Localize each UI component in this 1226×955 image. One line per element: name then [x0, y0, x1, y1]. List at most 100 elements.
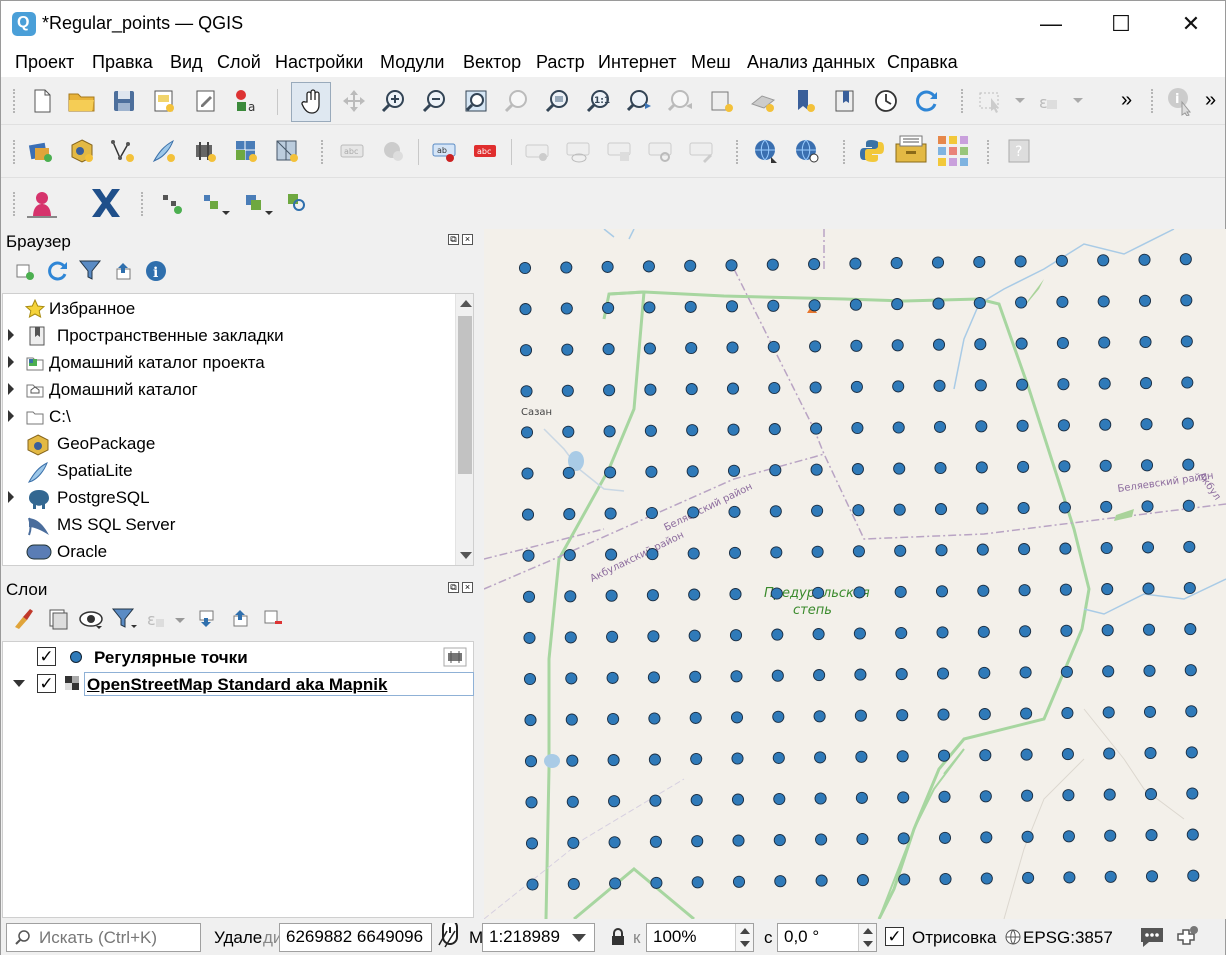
- rotate-label-icon[interactable]: [647, 138, 673, 164]
- toggle-extents-mouse-icon[interactable]: [437, 923, 463, 951]
- style-manager-icon[interactable]: a: [233, 88, 259, 114]
- expand-arrow-icon[interactable]: [8, 410, 14, 422]
- db-manager-icon[interactable]: [894, 134, 928, 166]
- layer-visibility-checkbox[interactable]: ✓: [37, 674, 56, 693]
- pan-to-selection-icon[interactable]: [341, 88, 367, 114]
- float-panel-button[interactable]: ⧉: [448, 234, 459, 245]
- float-panel-button[interactable]: ⧉: [448, 582, 459, 593]
- zoom-native-icon[interactable]: 1:1: [586, 88, 612, 114]
- scrollbar-thumb[interactable]: [458, 316, 472, 474]
- toolbar-grip[interactable]: [843, 140, 847, 164]
- new-3d-view-icon[interactable]: [750, 88, 776, 114]
- metasearch-results-icon[interactable]: [794, 138, 820, 164]
- filter-legend-icon[interactable]: [111, 606, 139, 632]
- pan-tool-button[interactable]: [291, 82, 331, 122]
- toolbar-grip[interactable]: [13, 89, 17, 113]
- menu-layer[interactable]: Слой: [217, 52, 261, 73]
- browser-item-spatial-bookmarks[interactable]: Пространственные закладки: [3, 323, 453, 350]
- add-layer-icon[interactable]: [15, 261, 35, 281]
- browser-item-project-home[interactable]: Домашний каталог проекта: [3, 350, 453, 377]
- magnifier-spinbox[interactable]: 100%: [646, 923, 754, 952]
- open-project-icon[interactable]: [67, 88, 97, 114]
- toolbar-grip[interactable]: [987, 140, 991, 164]
- collapse-all-icon[interactable]: [114, 261, 134, 281]
- render-checkbox[interactable]: ✓: [885, 927, 904, 946]
- help-contents-icon[interactable]: ?: [1006, 138, 1032, 164]
- select-features-icon[interactable]: [977, 88, 1025, 114]
- toolbar-overflow-button-2[interactable]: »: [1205, 89, 1216, 112]
- data-source-manager-icon[interactable]: [28, 138, 54, 164]
- search-layer-icon[interactable]: [285, 191, 311, 217]
- toolbar-grip[interactable]: [736, 140, 740, 164]
- toolbar-grip[interactable]: [1151, 89, 1155, 113]
- menu-settings[interactable]: Настройки: [275, 52, 363, 73]
- browser-item-oracle[interactable]: Oracle: [3, 539, 453, 565]
- temporary-layer-indicator-icon[interactable]: [443, 647, 467, 667]
- expand-arrow-icon[interactable]: [8, 383, 14, 395]
- new-map-view-icon[interactable]: [709, 88, 735, 114]
- menu-edit[interactable]: Правка: [92, 52, 153, 73]
- browser-item-favorites[interactable]: Избранное: [3, 296, 453, 323]
- rotation-spinbox[interactable]: 0,0 °: [777, 923, 877, 952]
- temporal-controller-icon[interactable]: [873, 88, 899, 114]
- new-geopackage-layer-icon[interactable]: [69, 138, 95, 164]
- menu-plugins[interactable]: Модули: [380, 52, 444, 73]
- layer-row-osm[interactable]: ✓ OpenStreetMap Standard aka Mapnik: [3, 671, 474, 697]
- menu-web[interactable]: Интернет: [598, 52, 677, 73]
- zoom-full-icon[interactable]: [463, 88, 489, 114]
- diagram-options-icon[interactable]: [380, 138, 406, 164]
- toolbar-grip[interactable]: [961, 89, 965, 113]
- layer-styling-icon[interactable]: [11, 607, 35, 631]
- spin-arrows-icon[interactable]: [735, 924, 753, 951]
- filter-icon[interactable]: [78, 258, 102, 282]
- zoom-to-layer-icon[interactable]: [545, 88, 571, 114]
- menu-vector[interactable]: Вектор: [463, 52, 521, 73]
- lock-scale-icon[interactable]: [610, 928, 626, 946]
- change-label-icon[interactable]: [688, 138, 714, 164]
- expand-arrow-icon[interactable]: [8, 491, 14, 503]
- layer-row-regular-points[interactable]: ✓ Регулярные точки: [3, 644, 473, 670]
- spin-arrows-icon[interactable]: [858, 924, 876, 951]
- processing-toolbox-icon[interactable]: [937, 135, 969, 167]
- add-group-icon[interactable]: [47, 607, 69, 631]
- messages-icon[interactable]: [1139, 925, 1165, 949]
- python-console-icon[interactable]: [859, 138, 885, 164]
- move-label-icon[interactable]: [606, 138, 632, 164]
- show-bookmarks-icon[interactable]: [832, 88, 858, 114]
- scroll-up-icon[interactable]: [460, 300, 472, 307]
- browser-item-spatialite[interactable]: SpatiaLite: [3, 458, 453, 485]
- filter-by-expression-icon[interactable]: ε: [145, 607, 189, 631]
- menu-help[interactable]: Справка: [887, 52, 958, 73]
- expand-all-icon[interactable]: [197, 609, 217, 629]
- collapse-arrow-icon[interactable]: [13, 680, 25, 687]
- refresh-icon[interactable]: [914, 88, 940, 114]
- expand-arrow-icon[interactable]: [8, 356, 14, 368]
- layer-visibility-checkbox[interactable]: ✓: [37, 647, 56, 666]
- locator-search-input[interactable]: Искать (Ctrl+K): [6, 923, 201, 952]
- digitize-point-icon[interactable]: [159, 191, 185, 217]
- select-by-value-icon[interactable]: ε: [1037, 88, 1085, 114]
- maximize-button[interactable]: ☐: [1086, 1, 1156, 47]
- zoom-to-selection-icon[interactable]: [504, 88, 530, 114]
- digitize-tools-dropdown-icon[interactable]: [200, 191, 234, 217]
- browser-item-drive-c[interactable]: C:\: [3, 404, 453, 431]
- map-canvas[interactable]: Сазан Беляевский район Акбулакский район…: [484, 229, 1226, 919]
- new-spatialite-layer-icon[interactable]: [151, 138, 177, 164]
- labeling-toolbar-icon[interactable]: abc: [339, 138, 365, 164]
- new-print-layout-icon[interactable]: [151, 88, 177, 114]
- minimize-button[interactable]: —: [1016, 1, 1086, 47]
- toolbar-grip[interactable]: [141, 192, 145, 216]
- new-temporary-layer-icon[interactable]: [192, 138, 218, 164]
- close-panel-button[interactable]: ×: [462, 582, 473, 593]
- refresh-icon[interactable]: [45, 259, 69, 283]
- show-hide-labels-icon[interactable]: [565, 138, 591, 164]
- new-virtual-layer-icon[interactable]: [233, 138, 259, 164]
- crs-globe-icon[interactable]: [1005, 929, 1021, 945]
- scale-combobox[interactable]: 1:218989: [482, 923, 595, 952]
- crs-label[interactable]: EPSG:3857: [1023, 928, 1113, 948]
- save-project-icon[interactable]: [111, 88, 137, 114]
- layer-tools-dropdown-icon[interactable]: [243, 191, 277, 217]
- browser-item-postgresql[interactable]: PostgreSQL: [3, 485, 453, 512]
- zoom-in-icon[interactable]: [381, 88, 407, 114]
- menu-raster[interactable]: Растр: [536, 52, 585, 73]
